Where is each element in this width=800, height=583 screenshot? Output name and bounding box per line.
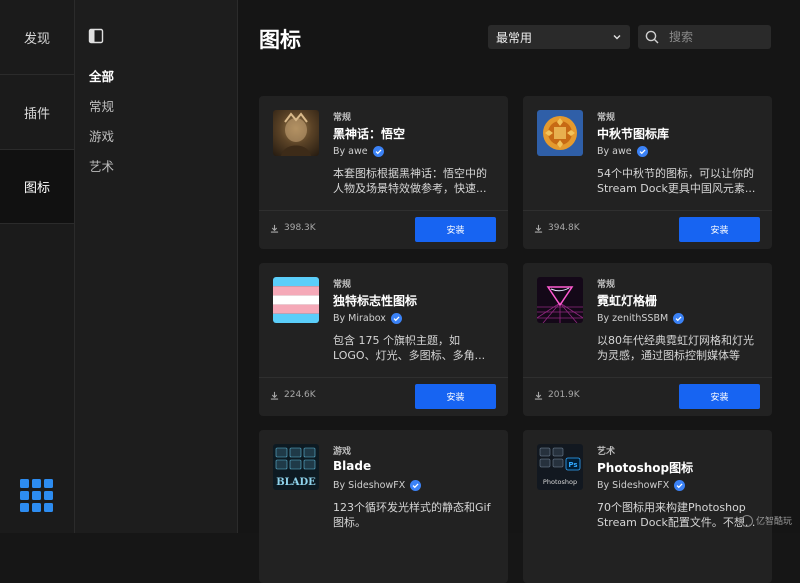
search-input[interactable]: [667, 29, 766, 45]
card-category: 常规: [333, 280, 352, 290]
card-author: By awe: [333, 146, 384, 157]
card-description: 123个循环发光样式的静态和Gif图标。: [333, 501, 491, 529]
category-general[interactable]: 常规: [89, 96, 114, 115]
apps-grid-icon[interactable]: [20, 479, 53, 512]
download-count: 398.3K: [270, 223, 316, 233]
wukong-thumbnail: [273, 110, 319, 156]
card-category: 艺术: [597, 447, 616, 457]
search-box[interactable]: [638, 25, 771, 49]
nav-discover[interactable]: 发现: [0, 0, 74, 75]
icon-pack-card[interactable]: 常规 霓虹灯格栅 By zenithSSBM 以80年代经典霓虹灯网格和灯光为灵…: [523, 263, 772, 416]
main-content: 图标 最常用 常规 黑神话：悟空 By awe 本套图标根据黑神话：悟空中的人物…: [238, 0, 800, 583]
chevron-down-icon: [613, 35, 621, 40]
card-author: By SideshowFX: [333, 480, 422, 491]
category-panel: 全部 常规 游戏 艺术: [75, 0, 238, 533]
author-name: By Mirabox: [333, 313, 386, 324]
watermark: 亿智酷玩: [740, 514, 792, 527]
card-description: 以80年代经典霓虹灯网格和灯光为灵感，通过图标控制媒体等: [597, 334, 754, 362]
photoshop-thumbnail: Ps Photoshop: [537, 444, 583, 490]
category-all[interactable]: 全部: [89, 66, 114, 85]
icon-pack-card[interactable]: 常规 独特标志性图标 By Mirabox 包含 175 个旗帜主题，如LOGO…: [259, 263, 508, 416]
card-description: 本套图标根据黑神话：悟空中的人物及场景特效做参考，快速...: [333, 167, 487, 195]
icon-pack-card[interactable]: 常规 中秋节图标库 By awe 54个中秋节的图标，可以让你的Stream D…: [523, 96, 772, 249]
install-button[interactable]: 安装: [679, 384, 760, 409]
category-art[interactable]: 艺术: [89, 156, 114, 175]
watermark-text: 亿智酷玩: [755, 517, 792, 527]
category-games[interactable]: 游戏: [89, 126, 114, 145]
author-name: By zenithSSBM: [597, 313, 669, 324]
verified-icon: [674, 480, 686, 491]
download-count-value: 224.6K: [284, 390, 316, 400]
download-count-value: 398.3K: [284, 223, 316, 233]
card-description: 54个中秋节的图标，可以让你的Stream Dock更具中国风元素...: [597, 167, 756, 195]
card-title: 黑神话：悟空: [333, 127, 406, 141]
card-divider: [523, 377, 772, 378]
watermark-logo-icon: [740, 514, 753, 527]
install-button[interactable]: 安装: [415, 217, 496, 242]
verified-icon: [673, 313, 685, 324]
main-nav-rail: 发现 插件 图标: [0, 0, 75, 533]
card-divider: [259, 210, 508, 211]
collapse-sidebar-icon[interactable]: [88, 28, 104, 44]
download-count-value: 394.8K: [548, 223, 580, 233]
svg-text:Ps: Ps: [568, 461, 577, 469]
blade-thumbnail: BLADE: [273, 444, 319, 490]
svg-text:BLADE: BLADE: [276, 477, 316, 488]
card-title: 中秋节图标库: [597, 127, 670, 141]
card-description: 包含 175 个旗帜主题，如LOGO、灯光、多图标、多角...: [333, 334, 486, 362]
card-description: 70个图标用来构建Photoshop Stream Dock配置文件。不想...: [597, 501, 756, 529]
download-count: 224.6K: [270, 390, 316, 400]
card-category: 常规: [597, 280, 616, 290]
author-name: By SideshowFX: [333, 480, 406, 491]
card-title: 霓虹灯格栅: [597, 294, 658, 308]
sort-value: 最常用: [496, 30, 533, 45]
install-button[interactable]: 安装: [415, 384, 496, 409]
icon-pack-card[interactable]: Ps Photoshop 艺术 Photoshop图标 By SideshowF…: [523, 430, 772, 583]
download-icon: [270, 391, 279, 400]
card-title: Blade: [333, 459, 372, 473]
card-author: By Mirabox: [333, 313, 402, 324]
card-divider: [523, 210, 772, 211]
card-category: 游戏: [333, 447, 352, 457]
mooncake-thumbnail: [537, 110, 583, 156]
sort-dropdown[interactable]: 最常用: [488, 25, 630, 49]
card-divider: [259, 377, 508, 378]
verified-icon: [372, 146, 384, 157]
card-category: 常规: [597, 113, 616, 123]
card-title: Photoshop图标: [597, 461, 694, 475]
nav-plugins[interactable]: 插件: [0, 75, 74, 150]
author-name: By awe: [597, 146, 632, 157]
icon-pack-card[interactable]: 常规 黑神话：悟空 By awe 本套图标根据黑神话：悟空中的人物及场景特效做参…: [259, 96, 508, 249]
download-count-value: 201.9K: [548, 390, 580, 400]
verified-icon: [390, 313, 402, 324]
download-count: 201.9K: [534, 390, 580, 400]
card-author: By zenithSSBM: [597, 313, 685, 324]
download-icon: [534, 391, 543, 400]
install-button[interactable]: 安装: [679, 217, 760, 242]
author-name: By SideshowFX: [597, 480, 670, 491]
svg-text:Photoshop: Photoshop: [543, 478, 577, 486]
nav-icons[interactable]: 图标: [0, 150, 74, 224]
flag-thumbnail: [273, 277, 319, 323]
card-author: By awe: [597, 146, 648, 157]
verified-icon: [410, 480, 422, 491]
card-category: 常规: [333, 113, 352, 123]
download-icon: [270, 224, 279, 233]
author-name: By awe: [333, 146, 368, 157]
icon-pack-card[interactable]: BLADE 游戏 Blade By SideshowFX 123个循环发光样式的…: [259, 430, 508, 583]
card-title: 独特标志性图标: [333, 294, 418, 308]
page-title: 图标: [259, 28, 301, 52]
download-icon: [534, 224, 543, 233]
neon-grid-thumbnail: [537, 277, 583, 323]
card-author: By SideshowFX: [597, 480, 686, 491]
search-icon: [645, 30, 659, 44]
download-count: 394.8K: [534, 223, 580, 233]
verified-icon: [636, 146, 648, 157]
